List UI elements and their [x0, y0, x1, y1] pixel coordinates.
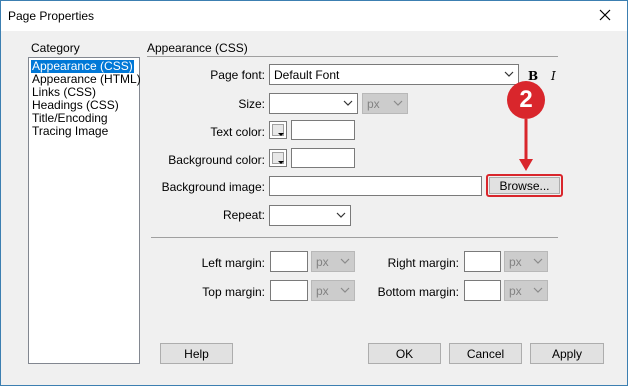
top-margin-unit-select[interactable]: px	[311, 280, 355, 301]
background-color-input[interactable]	[291, 148, 355, 168]
left-margin-unit-select[interactable]: px	[311, 251, 355, 272]
page-properties-dialog: Page Properties Category Appearance (CSS…	[0, 0, 628, 386]
page-font-select[interactable]: Default Font	[269, 64, 519, 85]
text-color-picker[interactable]	[269, 121, 287, 139]
close-icon[interactable]	[595, 5, 615, 25]
page-font-label: Page font:	[210, 68, 265, 82]
chevron-down-icon	[533, 258, 543, 264]
top-margin-unit: px	[316, 284, 329, 298]
bottom-margin-unit: px	[509, 284, 522, 298]
section-title: Appearance (CSS)	[147, 41, 248, 55]
size-unit-value: px	[367, 97, 380, 111]
size-select[interactable]	[269, 93, 358, 114]
callout-arrow-icon	[519, 119, 533, 171]
category-item-tracing-image[interactable]: Tracing Image	[31, 125, 109, 138]
category-list[interactable]: Appearance (CSS) Appearance (HTML) Links…	[28, 57, 141, 364]
left-margin-unit: px	[316, 255, 329, 269]
chevron-down-icon	[336, 212, 346, 218]
title-bar: Page Properties	[1, 1, 627, 31]
window-title: Page Properties	[8, 9, 95, 23]
chevron-down-icon	[393, 100, 403, 106]
chevron-down-icon	[533, 287, 543, 293]
right-margin-unit-select[interactable]: px	[504, 251, 548, 272]
repeat-select[interactable]	[269, 205, 351, 226]
size-label: Size:	[238, 97, 265, 111]
chevron-down-icon	[340, 258, 350, 264]
background-color-picker[interactable]	[269, 149, 287, 167]
top-margin-label: Top margin:	[202, 285, 265, 299]
bottom-margin-label: Bottom margin:	[377, 285, 459, 299]
help-button[interactable]: Help	[160, 343, 233, 364]
category-label: Category	[31, 41, 80, 55]
bottom-margin-unit-select[interactable]: px	[504, 280, 548, 301]
chevron-down-icon	[343, 100, 353, 106]
background-image-label: Background image:	[161, 180, 265, 194]
text-color-input[interactable]	[291, 120, 355, 140]
chevron-down-icon	[504, 71, 514, 77]
size-unit-select[interactable]: px	[362, 93, 408, 114]
right-margin-input[interactable]	[464, 251, 501, 272]
browse-highlight: Browse...	[486, 174, 563, 197]
background-color-label: Background color:	[168, 153, 265, 167]
left-margin-label: Left margin:	[201, 256, 265, 270]
apply-button[interactable]: Apply	[530, 343, 604, 364]
repeat-label: Repeat:	[222, 208, 265, 222]
left-margin-input[interactable]	[270, 251, 308, 272]
page-font-value: Default Font	[274, 68, 340, 82]
top-margin-input[interactable]	[270, 280, 308, 301]
section-divider	[147, 56, 558, 57]
browse-button[interactable]: Browse...	[489, 177, 560, 194]
right-margin-unit: px	[509, 255, 522, 269]
italic-icon[interactable]: I	[551, 69, 556, 83]
margins-divider	[151, 237, 558, 238]
chevron-down-icon	[340, 287, 350, 293]
text-color-label: Text color:	[210, 125, 265, 139]
bottom-margin-input[interactable]	[464, 280, 501, 301]
step-callout-badge: 2	[507, 81, 545, 119]
right-margin-label: Right margin:	[387, 256, 459, 270]
ok-button[interactable]: OK	[368, 343, 441, 364]
cancel-button[interactable]: Cancel	[449, 343, 522, 364]
background-image-input[interactable]	[269, 176, 482, 196]
